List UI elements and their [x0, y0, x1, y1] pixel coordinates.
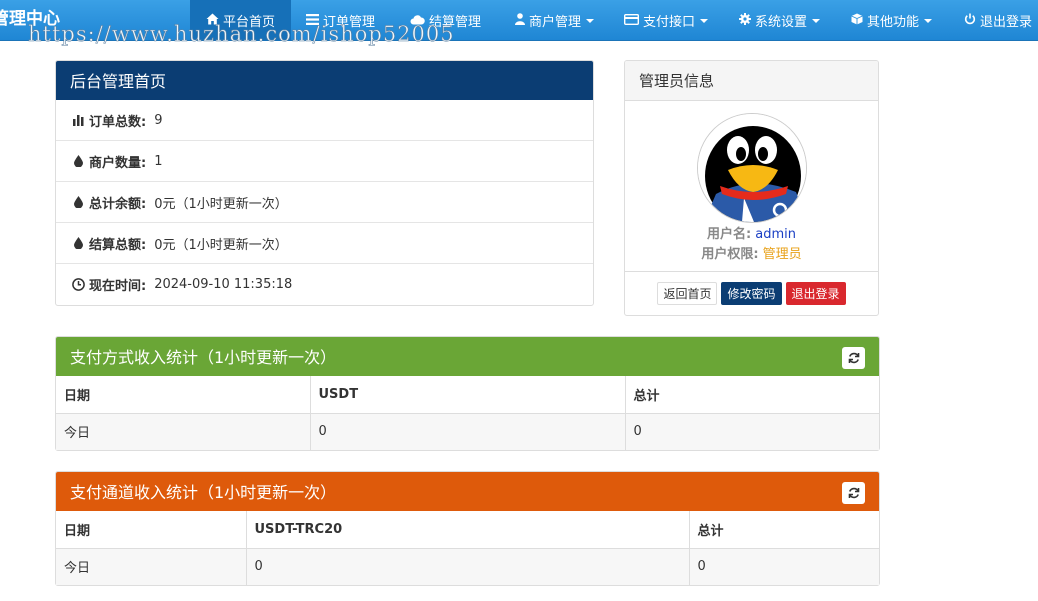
order-count-row: 订单总数: 9 [56, 100, 593, 141]
nav-logout-label: 退出登录 [980, 15, 1033, 30]
payment-method-stats-title: 支付方式收入统计（1小时更新一次） [56, 337, 879, 376]
table-cell: 0 [310, 413, 626, 450]
column-header: 日期 [56, 376, 311, 414]
nav-settlement-label: 结算管理 [429, 15, 482, 30]
admin-info-title: 管理员信息 [625, 61, 878, 101]
settlement-total-label: 结算总额: [89, 237, 147, 253]
table-cell: 今日 [56, 413, 311, 450]
column-header: 总计 [689, 511, 879, 549]
avatar [697, 113, 807, 223]
drop-icon [71, 196, 85, 208]
refresh-button[interactable] [842, 347, 865, 369]
column-header: USDT [310, 376, 626, 414]
table-row: 今日 0 0 [56, 548, 879, 585]
home-icon [206, 13, 219, 28]
nav-other-functions[interactable]: 其他功能 [845, 0, 938, 41]
table-row: 今日 0 0 [56, 413, 879, 450]
nav-merchants-label: 商户管理 [529, 15, 582, 30]
admin-info-panel: 管理员信息 用户名: admin 用户权限: 管理员 返回首页 修改密码 退出登… [624, 60, 879, 316]
merchant-count-label: 商户数量: [89, 155, 147, 171]
back-home-button[interactable]: 返回首页 [657, 282, 718, 305]
nav-merchants[interactable]: 商户管理 [509, 0, 600, 41]
payment-method-stats-panel: 支付方式收入统计（1小时更新一次） 日期 USDT 总计 今日 0 0 [55, 336, 880, 451]
current-time-value: 2024-09-10 11:35:18 [154, 277, 293, 292]
current-time-label: 现在时间: [89, 279, 147, 294]
username-label: 用户名: [706, 227, 752, 242]
nav-payment-api[interactable]: 支付接口 [618, 0, 714, 41]
current-time-row: 现在时间: 2024-09-10 11:35:18 [56, 264, 593, 305]
cloud-icon [410, 14, 425, 28]
user-icon [515, 13, 525, 28]
payment-channel-stats-panel: 支付通道收入统计（1小时更新一次） 日期 USDT-TRC20 总计 今日 0 … [55, 471, 880, 586]
nav-orders-label: 订单管理 [323, 15, 376, 30]
username-line: 用户名: admin [625, 223, 878, 242]
chevron-down-icon [700, 18, 709, 23]
role-line: 用户权限: 管理员 [625, 243, 878, 262]
admin-actions: 返回首页 修改密码 退出登录 [625, 271, 878, 315]
merchant-count-value: 1 [154, 153, 163, 169]
total-balance-value: 0元（1小时更新一次） [154, 196, 288, 212]
settlement-total-row: 结算总额: 0元（1小时更新一次） [56, 223, 593, 264]
role-value: 管理员 [762, 247, 802, 262]
nav-home[interactable]: 平台首页 [190, 0, 291, 41]
column-header: USDT-TRC20 [246, 511, 690, 549]
gear-icon [739, 13, 751, 28]
username-value: admin [755, 227, 797, 242]
nav-settlement[interactable]: 结算管理 [404, 0, 487, 41]
total-balance-row: 总计余额: 0元（1小时更新一次） [56, 182, 593, 223]
role-label: 用户权限: [701, 247, 759, 262]
brand-title[interactable]: 管理中心 [0, 4, 60, 29]
change-password-button[interactable]: 修改密码 [721, 282, 782, 305]
table-cell: 今日 [56, 548, 247, 585]
refresh-button[interactable] [842, 482, 865, 504]
refresh-icon [848, 352, 859, 364]
credit-card-icon [623, 13, 640, 28]
cube-icon [851, 13, 863, 28]
nav-other-functions-label: 其他功能 [867, 15, 920, 30]
drop-icon [71, 237, 85, 249]
table-header-row: 日期 USDT-TRC20 总计 [56, 511, 879, 549]
nav-system-settings-label: 系统设置 [755, 15, 808, 30]
order-count-value: 9 [154, 112, 163, 128]
chevron-down-icon [586, 18, 595, 23]
nav-payment-api-label: 支付接口 [643, 15, 696, 30]
table-header-row: 日期 USDT 总计 [56, 376, 879, 414]
drop-icon [71, 155, 85, 167]
overview-title: 后台管理首页 [56, 61, 593, 100]
table-cell: 0 [697, 559, 706, 575]
nav-home-label: 平台首页 [222, 15, 275, 30]
overview-panel: 后台管理首页 订单总数: 9 商户数量: 1 总计余额: 0元（1小时更新一次）… [55, 60, 594, 306]
bar-chart-icon [71, 114, 85, 126]
chevron-down-icon [924, 18, 933, 23]
payment-method-stats-table: 日期 USDT 总计 今日 0 0 [56, 376, 879, 450]
penguin-avatar-icon [698, 114, 806, 222]
nav-orders[interactable]: 订单管理 [300, 0, 381, 41]
table-cell: 0 [246, 548, 690, 585]
clock-icon [71, 278, 85, 291]
nav-logout[interactable]: 退出登录 [958, 0, 1038, 41]
list-icon [306, 13, 319, 28]
total-balance-label: 总计余额: [89, 196, 147, 212]
merchant-count-row: 商户数量: 1 [56, 141, 593, 182]
payment-channel-stats-table: 日期 USDT-TRC20 总计 今日 0 0 [56, 511, 879, 585]
table-cell: 0 [633, 424, 642, 440]
payment-channel-stats-title: 支付通道收入统计（1小时更新一次） [56, 472, 879, 511]
nav-system-settings[interactable]: 系统设置 [733, 0, 826, 41]
logout-button[interactable]: 退出登录 [785, 282, 846, 305]
chevron-down-icon [812, 18, 821, 23]
power-icon [964, 13, 976, 28]
top-navbar: 管理中心 平台首页 订单管理 结算管理 商户管理 支付接口 系统设置 其他功能 … [0, 0, 1038, 41]
order-count-label: 订单总数: [89, 114, 147, 130]
settlement-total-value: 0元（1小时更新一次） [154, 237, 288, 253]
column-header: 日期 [56, 511, 247, 549]
column-header: 总计 [625, 376, 879, 414]
refresh-icon [848, 487, 859, 499]
